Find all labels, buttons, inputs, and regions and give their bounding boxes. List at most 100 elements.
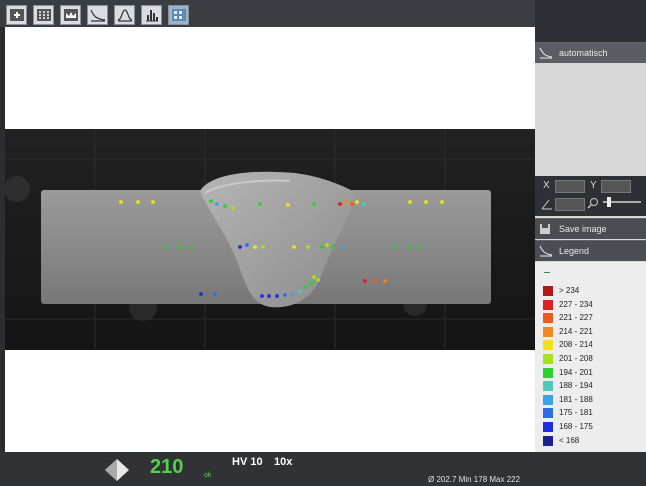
measurement-point[interactable] (304, 285, 308, 289)
angle-input[interactable] (555, 198, 585, 211)
legend-range: 188 - 194 (559, 381, 593, 391)
hardness-points (119, 199, 444, 298)
bell-curve-icon (117, 9, 133, 22)
measurement-point[interactable] (209, 199, 213, 203)
measurement-point[interactable] (136, 200, 140, 204)
x-label: X (543, 180, 550, 191)
legend-range: < 168 (559, 435, 580, 445)
decline-curve-button[interactable] (87, 5, 108, 25)
legend-header[interactable]: Legend (535, 240, 646, 261)
zoom-icon[interactable] (587, 197, 599, 209)
measurement-point[interactable] (407, 245, 411, 249)
legend-panel: > 234 227 - 234 221 - 227 214 - 221 208 - 21… (535, 262, 646, 452)
histogram-icon (146, 10, 158, 22)
zoom-slider-handle[interactable] (607, 197, 611, 207)
measurement-point[interactable] (355, 200, 359, 204)
measurement-point[interactable] (267, 294, 271, 298)
test-method: HV 10 (232, 456, 263, 468)
hardness-map-button[interactable] (168, 5, 189, 25)
measurement-point[interactable] (231, 206, 235, 210)
statistics-summary: Ø 202.7 Min 178 Max 222 (428, 475, 521, 484)
save-image-label: Save image (559, 224, 607, 234)
measurement-point[interactable] (238, 245, 242, 249)
measurement-point[interactable] (362, 202, 366, 206)
measurement-point[interactable] (261, 245, 265, 249)
legend-range: > 234 (559, 286, 580, 295)
measurement-point[interactable] (245, 243, 249, 247)
measurement-point[interactable] (350, 202, 354, 206)
measurement-point[interactable] (342, 245, 346, 249)
bell-curve-button[interactable] (114, 5, 135, 25)
measurement-point[interactable] (408, 200, 412, 204)
status-bar (0, 452, 646, 486)
measurement-point[interactable] (199, 292, 203, 296)
measurement-point[interactable] (291, 292, 295, 296)
measurement-point[interactable] (292, 245, 296, 249)
measurement-point[interactable] (383, 279, 387, 283)
measurement-point[interactable] (189, 245, 193, 249)
measurement-point[interactable] (178, 245, 182, 249)
measurement-point[interactable] (316, 278, 320, 282)
legend-range: 201 - 208 (559, 354, 593, 363)
measurement-point[interactable] (306, 245, 310, 249)
measurement-point[interactable] (151, 200, 155, 204)
measurement-point[interactable] (163, 245, 167, 249)
coordinate-tools: X Y (535, 176, 646, 216)
legend-range: 168 - 175 (559, 422, 593, 431)
auto-mode-button[interactable]: automatisch (535, 42, 646, 63)
measurement-point[interactable] (394, 245, 398, 249)
measurement-point[interactable] (312, 202, 316, 206)
legend-swatch (543, 326, 553, 337)
x-input[interactable] (555, 180, 585, 193)
measurement-point[interactable] (223, 204, 227, 208)
measurement-point[interactable] (440, 200, 444, 204)
legend-range: 181 - 188 (559, 394, 593, 404)
angle-icon (541, 199, 552, 210)
measurement-point[interactable] (363, 279, 367, 283)
single-point-tool-button[interactable] (6, 5, 27, 25)
histogram-button[interactable] (141, 5, 162, 25)
measurement-point[interactable] (298, 289, 302, 293)
legend-range: 208 - 214 (559, 340, 593, 350)
top-toolbar (0, 0, 535, 27)
profile-tool-button[interactable] (60, 5, 81, 25)
y-input[interactable] (601, 180, 631, 193)
measurement-point[interactable] (338, 202, 342, 206)
save-image-button[interactable]: Save image (535, 218, 646, 239)
measurement-point[interactable] (312, 275, 316, 279)
legend-swatch (543, 313, 553, 324)
measurement-point[interactable] (215, 202, 219, 206)
legend-range: 221 - 227 (559, 313, 593, 323)
measurement-point[interactable] (310, 281, 314, 285)
legend-swatch (543, 394, 553, 405)
legend-swatch (543, 299, 553, 310)
legend-range: 214 - 221 (559, 326, 593, 336)
measurement-point[interactable] (258, 202, 262, 206)
curve-down-icon (539, 245, 553, 257)
curve-down-icon (539, 47, 553, 59)
measurement-point[interactable] (275, 294, 279, 298)
legend-range: 194 - 201 (559, 367, 593, 377)
wave-icon (64, 9, 78, 21)
measurement-point[interactable] (253, 245, 257, 249)
measurement-point[interactable] (260, 294, 264, 298)
grid-tool-button[interactable] (33, 5, 54, 25)
measurement-point[interactable] (325, 243, 329, 247)
hardness-value: 210 (150, 456, 184, 478)
right-panel-header (535, 0, 646, 42)
plus-box-icon (10, 9, 24, 21)
measurement-point[interactable] (286, 203, 290, 207)
measurement-point[interactable] (424, 200, 428, 204)
measurement-point[interactable] (331, 245, 335, 249)
measurement-point[interactable] (283, 293, 287, 297)
measurement-point[interactable] (119, 200, 123, 204)
measurement-point[interactable] (320, 245, 324, 249)
legend-range: 227 - 234 (559, 299, 593, 309)
grid-icon (37, 9, 51, 21)
legend-swatch (543, 435, 553, 446)
legend-swatch (543, 381, 553, 392)
measurement-point[interactable] (374, 279, 378, 283)
measurement-point[interactable] (213, 292, 217, 296)
measurement-point[interactable] (418, 245, 422, 249)
measurement-point[interactable] (344, 200, 348, 204)
